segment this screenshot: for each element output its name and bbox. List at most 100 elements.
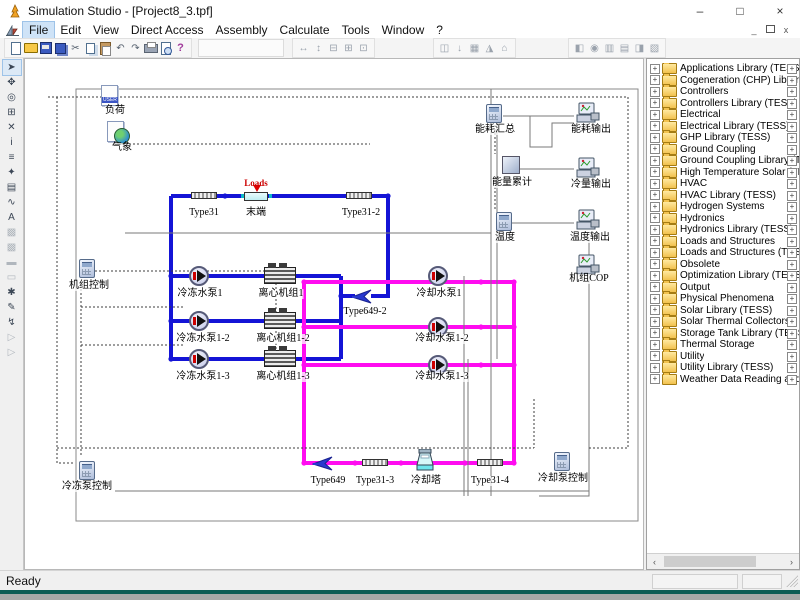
partition-tool[interactable]: ⊞	[3, 105, 21, 120]
center-icon[interactable]: ◉	[587, 43, 602, 54]
expand-icon[interactable]: +	[650, 213, 660, 223]
expand-icon-right[interactable]: +	[787, 122, 797, 132]
table-icon[interactable]: ▦	[467, 43, 482, 54]
expand-icon[interactable]: +	[650, 167, 660, 177]
menu-window[interactable]: Window	[376, 22, 431, 38]
expand-icon-right[interactable]: +	[787, 329, 797, 339]
tree-item-weather-data-reading-and-process[interactable]: +Weather Data Reading and Process+	[647, 374, 799, 386]
new-icon[interactable]	[8, 42, 23, 55]
node-chiller-3[interactable]	[264, 350, 296, 367]
zoom-in-icon[interactable]: ⊞	[341, 43, 356, 54]
expand-icon[interactable]: +	[650, 282, 660, 292]
node-terminal[interactable]	[244, 192, 268, 201]
node-cooling-tower[interactable]	[415, 449, 435, 476]
fit-width-icon[interactable]: ↔	[296, 43, 311, 54]
node-cw-pump-1[interactable]	[428, 266, 448, 286]
pattern-icon[interactable]: ▧	[647, 43, 662, 54]
node-energy-sum[interactable]	[486, 104, 502, 123]
expand-icon[interactable]: +	[650, 87, 660, 97]
expand-icon[interactable]: +	[650, 179, 660, 189]
project-canvas[interactable]: 负荷气象Type31末端LoadsType31-2Type649-2机组控制冷冻…	[24, 58, 644, 570]
mdi-close-button[interactable]: x	[778, 25, 794, 35]
node-chiller-1[interactable]	[264, 267, 296, 284]
expand-icon[interactable]: +	[650, 340, 660, 350]
print-icon[interactable]	[143, 42, 158, 55]
menu-assembly[interactable]: Assembly	[210, 22, 274, 38]
node-chw-pump-2[interactable]	[189, 311, 209, 331]
scroll-right-arrow[interactable]: ›	[784, 554, 799, 569]
paste-icon[interactable]	[98, 42, 113, 55]
expand-icon-right[interactable]: +	[787, 271, 797, 281]
node-cw-pump-control[interactable]	[554, 452, 570, 471]
resize-grip[interactable]	[786, 575, 798, 587]
expand-icon-right[interactable]: +	[787, 237, 797, 247]
expand-icon[interactable]: +	[650, 363, 660, 373]
pen-tool[interactable]: ✎	[3, 300, 21, 315]
expand-icon[interactable]: +	[650, 317, 660, 327]
columns-icon[interactable]: ▤	[617, 43, 632, 54]
mdi-minimize-button[interactable]: _	[746, 25, 762, 35]
expand-icon-right[interactable]: +	[787, 283, 797, 293]
fit-height-icon[interactable]: ↕	[311, 43, 326, 54]
expand-icon[interactable]: +	[650, 144, 660, 154]
node-load-profile[interactable]	[101, 85, 118, 106]
expand-icon-right[interactable]: +	[787, 294, 797, 304]
zoom-window-icon[interactable]: ⊡	[356, 43, 371, 54]
expand-icon[interactable]: +	[650, 248, 660, 258]
maximize-button[interactable]: □	[720, 0, 760, 22]
menu-file[interactable]: File	[23, 22, 54, 38]
menu--[interactable]: ?	[430, 22, 449, 38]
list-tool[interactable]: ≡	[3, 150, 21, 165]
zoom-tool[interactable]: ◎	[3, 90, 21, 105]
expand-icon-right[interactable]: +	[787, 145, 797, 155]
align-right-icon[interactable]: ◨	[632, 43, 647, 54]
node-temperature[interactable]	[496, 212, 512, 231]
expand-icon[interactable]: +	[650, 133, 660, 143]
expand-icon-right[interactable]: +	[787, 87, 797, 97]
cut-icon[interactable]: ✂	[68, 43, 83, 54]
sort-down-icon[interactable]: ↓	[452, 43, 467, 54]
undo-icon[interactable]: ↶	[113, 43, 128, 54]
expand-icon-right[interactable]: +	[787, 352, 797, 362]
zoom-out-icon[interactable]: ⊟	[326, 43, 341, 54]
expand-icon[interactable]: +	[650, 202, 660, 212]
close-button[interactable]: ×	[760, 0, 800, 22]
expand-icon[interactable]: +	[650, 351, 660, 361]
text-tool[interactable]: A	[3, 210, 21, 225]
open-icon[interactable]	[23, 42, 38, 55]
expand-icon-right[interactable]: +	[787, 225, 797, 235]
mdi-restore-button[interactable]	[762, 25, 778, 35]
expand-icon-right[interactable]: +	[787, 168, 797, 178]
expand-icon[interactable]: +	[650, 294, 660, 304]
expand-icon-right[interactable]: +	[787, 375, 797, 385]
hierarchy-icon[interactable]: ◫	[437, 43, 452, 54]
expand-icon-right[interactable]: +	[787, 202, 797, 212]
node-pipe-type31-2[interactable]	[346, 192, 372, 199]
expand-icon[interactable]: +	[650, 236, 660, 246]
align-left-icon[interactable]: ◧	[572, 43, 587, 54]
expand-icon-right[interactable]: +	[787, 64, 797, 74]
expand-icon[interactable]: +	[650, 271, 660, 281]
expand-icon-right[interactable]: +	[787, 179, 797, 189]
menu-edit[interactable]: Edit	[54, 22, 87, 38]
expand-icon[interactable]: +	[650, 110, 660, 120]
help-icon[interactable]: ?	[173, 42, 188, 54]
menu-direct-access[interactable]: Direct Access	[125, 22, 210, 38]
node-weather[interactable]	[107, 121, 124, 142]
run-tool[interactable]: ↯	[3, 315, 21, 330]
tree-horizontal-scrollbar[interactable]: ‹ ›	[647, 553, 799, 569]
node-chiller-2[interactable]	[264, 312, 296, 329]
expand-icon-right[interactable]: +	[787, 306, 797, 316]
node-chw-pump-3[interactable]	[189, 349, 209, 369]
expand-icon[interactable]: +	[650, 156, 660, 166]
link-tool[interactable]: ∿	[3, 195, 21, 210]
peak-icon[interactable]: ◮	[482, 43, 497, 54]
key-tool[interactable]: ✦	[3, 165, 21, 180]
save-all-icon[interactable]	[53, 42, 68, 55]
expand-icon[interactable]: +	[650, 328, 660, 338]
copy-icon[interactable]	[83, 42, 98, 55]
expand-icon-right[interactable]: +	[787, 248, 797, 258]
expand-icon-right[interactable]: +	[787, 191, 797, 201]
expand-icon-right[interactable]: +	[787, 363, 797, 373]
node-unit-control[interactable]	[79, 259, 95, 278]
